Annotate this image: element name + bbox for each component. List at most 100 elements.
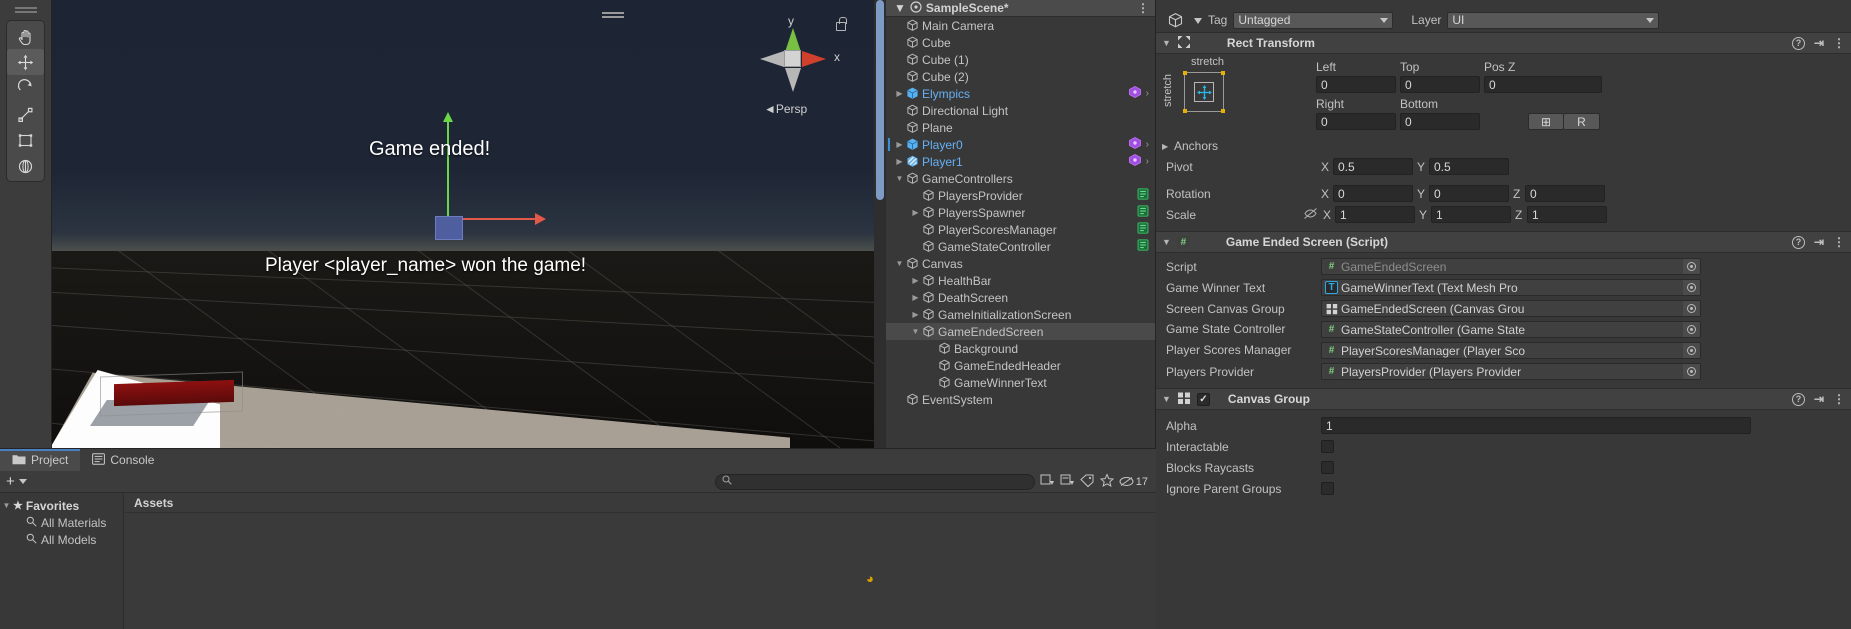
- hand-tool-button[interactable]: [7, 23, 44, 49]
- prefab-variant-icon[interactable]: [1128, 136, 1141, 152]
- open-prefab-chevron-icon[interactable]: ›: [1146, 139, 1149, 150]
- hierarchy-item-playersspawner[interactable]: ▶ PlayersSpawner: [886, 204, 1155, 221]
- hierarchy-kebab-icon[interactable]: ⋮: [1137, 1, 1149, 15]
- chevron-down-icon[interactable]: ▼: [910, 323, 921, 340]
- object-field[interactable]: # PlayersProvider (Players Provider: [1321, 363, 1701, 380]
- hierarchy-item-gameendedscreen[interactable]: ▼ GameEndedScreen: [886, 323, 1155, 340]
- hierarchy-item-cube-2[interactable]: Cube (2): [886, 68, 1155, 85]
- hierarchy-item-cube[interactable]: Cube: [886, 34, 1155, 51]
- transform-tool-button[interactable]: [7, 153, 44, 179]
- scale-y-field[interactable]: 1: [1431, 206, 1511, 223]
- object-picker-button[interactable]: [1683, 301, 1700, 316]
- constrain-proportions-icon[interactable]: [1303, 207, 1319, 223]
- gizmo-y-arrow[interactable]: [443, 112, 453, 122]
- scale-x-field[interactable]: 1: [1335, 206, 1415, 223]
- scene-view-orientation-gizmo[interactable]: y x ◄Persp: [602, 6, 848, 126]
- favorites-root[interactable]: ▼ ★ Favorites: [0, 497, 123, 514]
- scene-view-scrollbar[interactable]: [874, 0, 886, 448]
- kebab-icon[interactable]: ⋮: [1833, 392, 1845, 406]
- left-field[interactable]: 0: [1316, 76, 1396, 93]
- chevron-down-icon[interactable]: ▼: [1162, 237, 1171, 247]
- hierarchy-item-healthbar[interactable]: ▶ HealthBar: [886, 272, 1155, 289]
- chevron-down-icon[interactable]: ▼: [894, 255, 905, 272]
- toggle-checkbox[interactable]: [1321, 461, 1334, 474]
- label-tag-icon[interactable]: [1080, 474, 1095, 490]
- pivot-y-field[interactable]: 0.5: [1429, 158, 1509, 175]
- hierarchy-item-canvas[interactable]: ▼ Canvas: [886, 255, 1155, 272]
- gizmo-cone-right[interactable]: [802, 51, 826, 67]
- chevron-right-icon[interactable]: ▶: [894, 85, 905, 102]
- game-ended-screen-header[interactable]: ▼ # Game Ended Screen (Script) ? ⇥ ⋮: [1156, 231, 1851, 253]
- anchors-foldout[interactable]: ▶ Anchors: [1156, 136, 1851, 156]
- hierarchy-item-deathscreen[interactable]: ▶ DeathScreen: [886, 289, 1155, 306]
- hierarchy-item-player1[interactable]: ▶ Player1 ›: [886, 153, 1155, 170]
- tab-console[interactable]: Console: [80, 449, 166, 471]
- toggle-checkbox[interactable]: [1321, 482, 1334, 495]
- rotation-x-field[interactable]: 0: [1333, 185, 1413, 202]
- prefab-variant-icon[interactable]: [1128, 85, 1141, 101]
- object-field[interactable]: GameEndedScreen (Canvas Grou: [1321, 300, 1701, 317]
- hierarchy-item-playersprovider[interactable]: PlayersProvider: [886, 187, 1155, 204]
- right-field[interactable]: 0: [1316, 113, 1396, 130]
- component-dropdown-caret[interactable]: [1194, 13, 1202, 27]
- chevron-right-icon[interactable]: ▶: [894, 153, 905, 170]
- gizmo-x-arrow[interactable]: [535, 213, 546, 225]
- chevron-right-icon[interactable]: ▶: [894, 136, 905, 153]
- help-icon[interactable]: ?: [1791, 36, 1805, 50]
- blueprint-mode-button[interactable]: ⊞: [1528, 113, 1564, 130]
- object-picker-button[interactable]: [1683, 343, 1700, 358]
- search-by-type-icon[interactable]: [1040, 473, 1055, 490]
- tag-dropdown[interactable]: Untagged: [1233, 11, 1394, 29]
- chevron-down-icon[interactable]: ▼: [894, 1, 906, 15]
- add-asset-button[interactable]: +: [6, 474, 15, 489]
- open-prefab-chevron-icon[interactable]: ›: [1146, 156, 1149, 167]
- pivot-x-field[interactable]: 0.5: [1333, 158, 1413, 175]
- move-tool-button[interactable]: [7, 49, 44, 75]
- gizmo-cone-up[interactable]: [785, 28, 801, 52]
- help-icon[interactable]: ?: [1791, 235, 1805, 249]
- alpha-field[interactable]: 1: [1321, 417, 1751, 434]
- favorite-all-materials[interactable]: All Materials: [0, 514, 123, 531]
- rotation-y-field[interactable]: 0: [1429, 185, 1509, 202]
- hierarchy-item-main-camera[interactable]: Main Camera: [886, 17, 1155, 34]
- bottom-field[interactable]: 0: [1400, 113, 1480, 130]
- search-by-label-icon[interactable]: [1060, 473, 1075, 490]
- chevron-right-icon[interactable]: ▶: [1162, 142, 1174, 151]
- rect-tool-button[interactable]: [7, 127, 44, 153]
- gizmo-persp-label[interactable]: ◄Persp: [764, 102, 807, 116]
- canvas-group-enabled-checkbox[interactable]: ✓: [1196, 392, 1210, 406]
- hierarchy-item-gameinitializationscreen[interactable]: ▶ GameInitializationScreen: [886, 306, 1155, 323]
- chevron-right-icon[interactable]: ▶: [910, 289, 921, 306]
- object-field[interactable]: T GameWinnerText (Text Mesh Pro: [1321, 279, 1701, 296]
- hierarchy-item-player0[interactable]: ▶ Player0 ›: [886, 136, 1155, 153]
- help-icon[interactable]: ?: [1791, 392, 1805, 406]
- preset-icon[interactable]: ⇥: [1814, 36, 1824, 50]
- scene-view[interactable]: Game ended! Player <player_name> won the…: [52, 0, 874, 448]
- hierarchy-scene-header[interactable]: ▼ SampleScene* ⋮: [886, 0, 1155, 17]
- project-badge-counter[interactable]: 17: [1119, 475, 1148, 488]
- chevron-down-icon[interactable]: ▼: [1162, 394, 1171, 404]
- hierarchy-item-cube-1[interactable]: Cube (1): [886, 51, 1155, 68]
- hierarchy-item-plane[interactable]: Plane: [886, 119, 1155, 136]
- chevron-down-icon[interactable]: ▼: [0, 501, 13, 510]
- kebab-icon[interactable]: ⋮: [1833, 36, 1845, 50]
- hierarchy-item-gamecontrollers[interactable]: ▼ GameControllers: [886, 170, 1155, 187]
- object-picker-button[interactable]: [1683, 259, 1700, 274]
- gizmo-cone-left[interactable]: [760, 51, 784, 67]
- preset-icon[interactable]: ⇥: [1814, 235, 1824, 249]
- scale-z-field[interactable]: 1: [1527, 206, 1607, 223]
- chevron-right-icon[interactable]: ▶: [910, 204, 921, 221]
- rect-transform-header[interactable]: ▼ Rect Transform ? ⇥ ⋮: [1156, 32, 1851, 54]
- hierarchy-item-elympics[interactable]: ▶ Elympics ›: [886, 85, 1155, 102]
- favorite-star-icon[interactable]: [1099, 472, 1114, 490]
- posz-field[interactable]: 0: [1484, 76, 1602, 93]
- assets-grid[interactable]: ◕: [124, 513, 1156, 629]
- lock-icon[interactable]: [836, 17, 847, 31]
- rotate-tool-button[interactable]: [7, 75, 44, 101]
- hierarchy-item-background[interactable]: Background: [886, 340, 1155, 357]
- scene-view-scrollbar-thumb[interactable]: [876, 0, 884, 200]
- prefab-variant-icon[interactable]: [1128, 153, 1141, 169]
- hierarchy-item-eventsystem[interactable]: EventSystem: [886, 391, 1155, 408]
- gizmo-cone-down[interactable]: [785, 68, 801, 92]
- layer-dropdown[interactable]: UI: [1447, 11, 1660, 29]
